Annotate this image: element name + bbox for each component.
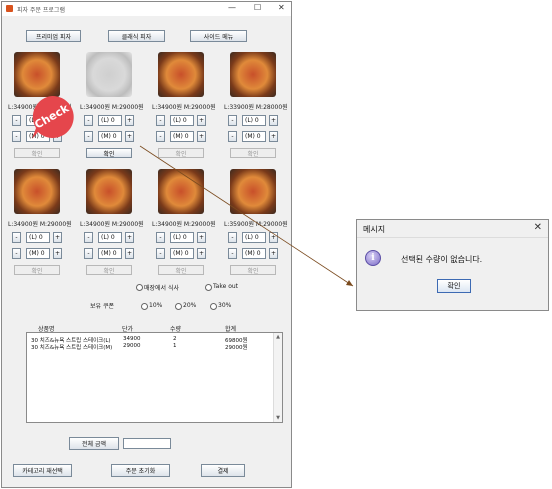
info-icon: i bbox=[365, 250, 381, 266]
dialog-close-icon[interactable]: ✕ bbox=[534, 222, 542, 233]
dialog-title: 메시지 bbox=[363, 225, 386, 234]
dialog-message: 선택된 수량이 없습니다. bbox=[401, 255, 483, 264]
dialog-ok-button[interactable]: 확인 bbox=[437, 279, 471, 293]
message-dialog: 메시지 ✕ i 선택된 수량이 없습니다. 확인 bbox=[356, 219, 549, 311]
check-annotation-badge: Check bbox=[32, 95, 74, 139]
dialog-divider bbox=[357, 237, 548, 238]
